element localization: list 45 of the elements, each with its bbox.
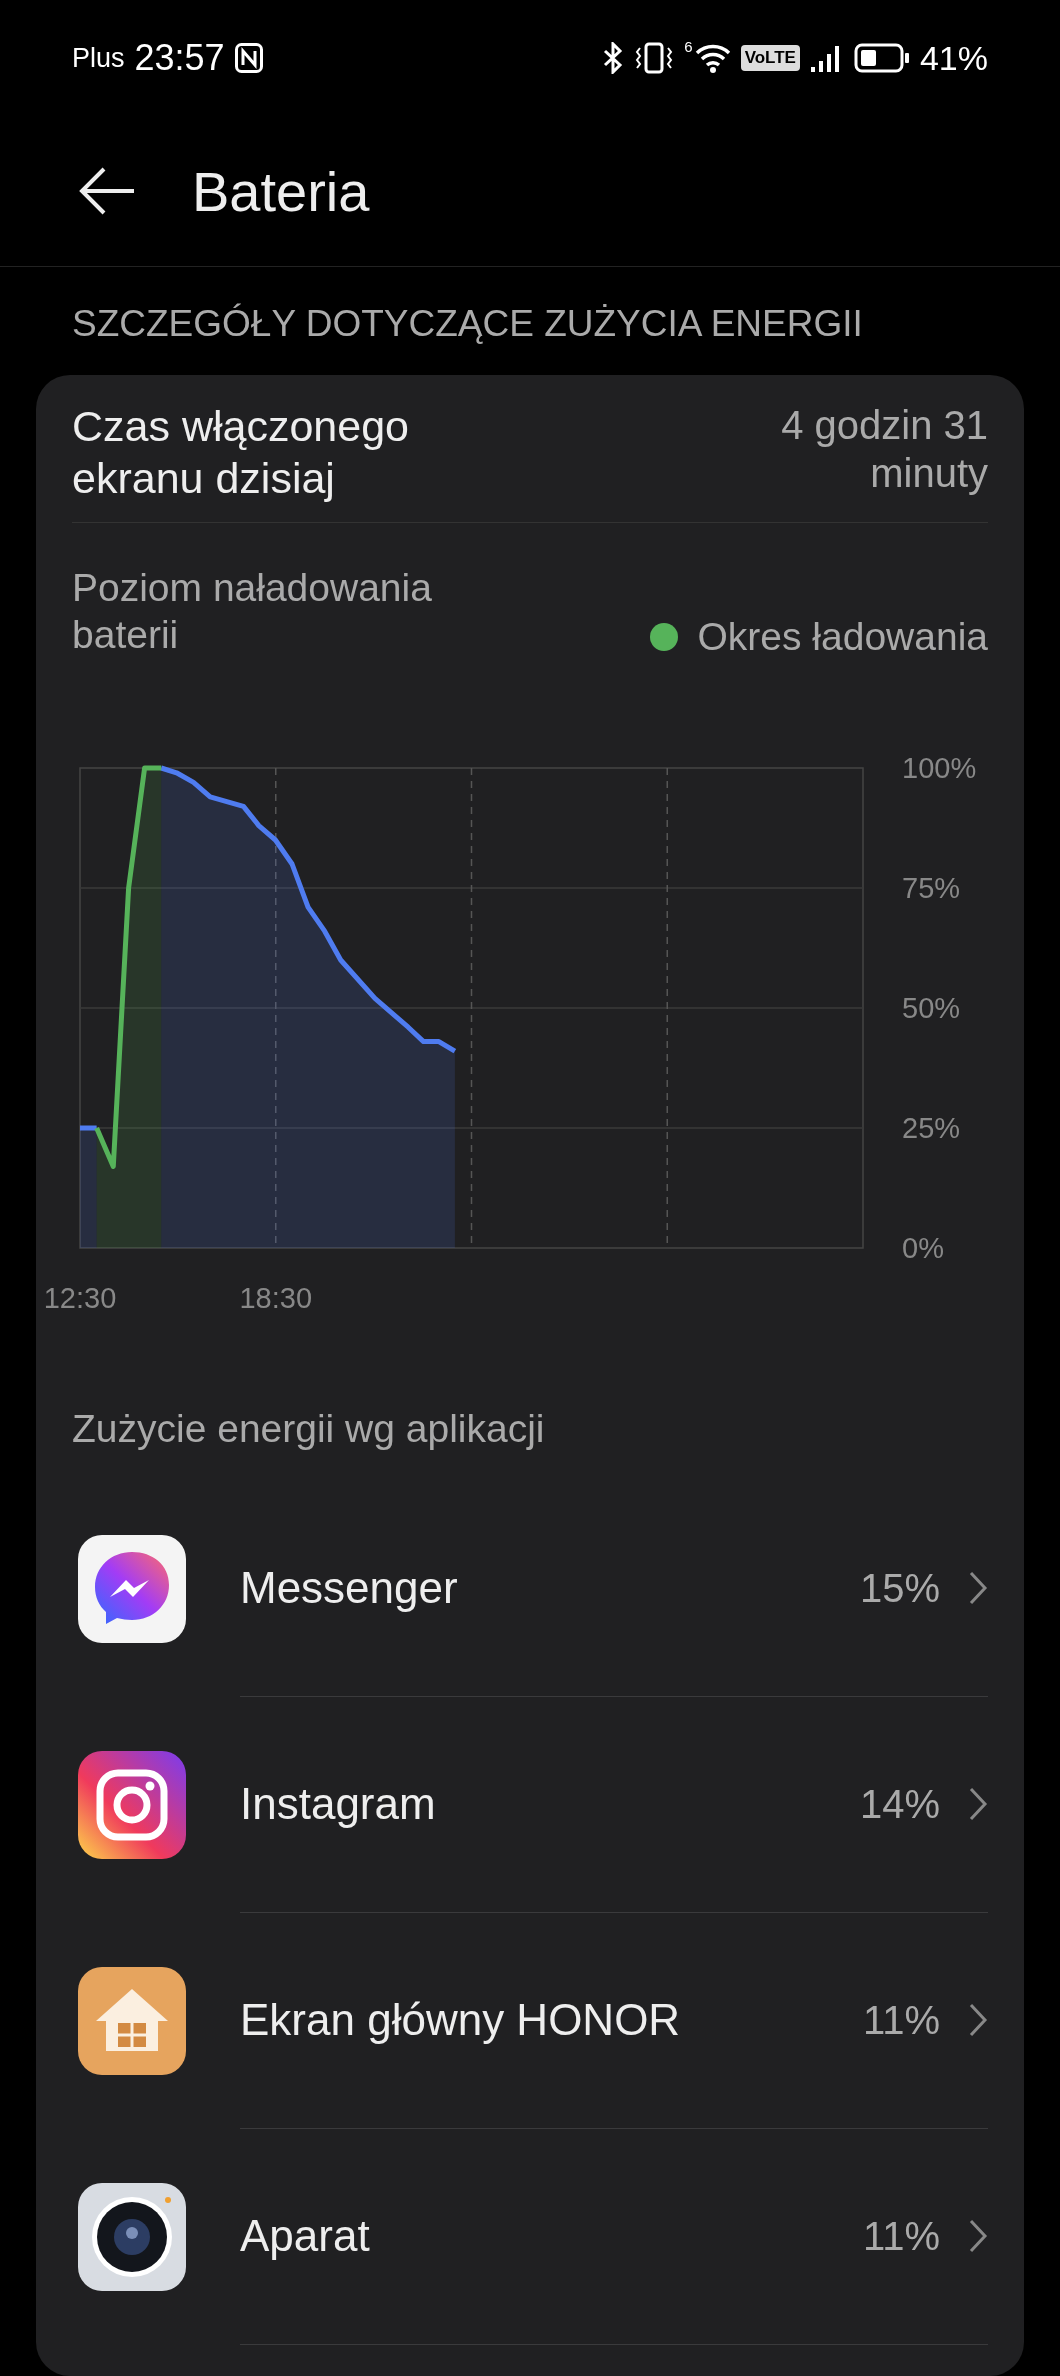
carrier-name: Plus (72, 42, 125, 74)
messenger-icon (78, 1534, 186, 1643)
wifi-generation-label: 6 (684, 38, 693, 55)
bluetooth-icon (602, 42, 625, 74)
page-title: Bateria (192, 158, 370, 224)
volte-badge: VoLTE (740, 45, 800, 71)
battery-percent: 41% (919, 38, 988, 78)
app-percent: 11% (862, 1997, 940, 2043)
battery-icon (853, 42, 910, 74)
section-heading: SZCZEGÓŁY DOTYCZĄCE ZUŻYCIA ENERGII (71, 302, 864, 346)
axis-label: 100% (902, 751, 977, 784)
axis-label: 12:30 (43, 1281, 117, 1314)
app-row[interactable]: Aparat 11% (72, 2128, 988, 2345)
chevron-right-icon (968, 1786, 988, 1823)
wifi-icon (694, 42, 731, 74)
axis-label: 75% (902, 871, 961, 904)
app-row[interactable]: Instagram 14% (72, 1696, 988, 1913)
screen-time-label: Czas włączonego ekranu dzisiaj (72, 401, 410, 504)
app-percent: 11% (862, 2213, 940, 2259)
app-name: Instagram (240, 1779, 437, 1830)
axis-label: 0% (902, 1231, 944, 1264)
screen-time-value: 4 godzin 31 minuty (780, 402, 988, 497)
app-name: Aparat (240, 2211, 371, 2262)
camera-outline-icon (78, 1750, 186, 1859)
back-arrow-icon[interactable] (78, 166, 136, 216)
axis-label: 18:30 (239, 1281, 313, 1314)
camera-icon (78, 2182, 186, 2291)
apps-heading: Zużycie energii wg aplikacji (72, 1406, 546, 1451)
chevron-right-icon (968, 1570, 988, 1607)
app-percent: 15% (859, 1565, 940, 1611)
app-name: Messenger (240, 1563, 459, 1614)
axis-label: 25% (902, 1111, 961, 1144)
chart-title: Poziom naładowania baterii (72, 565, 433, 658)
app-name: Ekran główny HONOR (240, 1995, 682, 2046)
axis-label: 50% (902, 991, 961, 1024)
nfc-icon (234, 43, 263, 73)
house-icon (78, 1966, 186, 2075)
clock: 23:57 (134, 37, 225, 79)
vibrate-icon (634, 42, 675, 74)
chevron-right-icon (968, 2002, 988, 2039)
chevron-right-icon (968, 2218, 988, 2255)
app-row[interactable]: Messenger 15% (72, 1480, 988, 1697)
app-percent: 14% (859, 1781, 940, 1827)
app-row[interactable]: Ekran główny HONOR 11% (72, 1912, 988, 2129)
legend-label: Okres ładowania (697, 614, 988, 659)
